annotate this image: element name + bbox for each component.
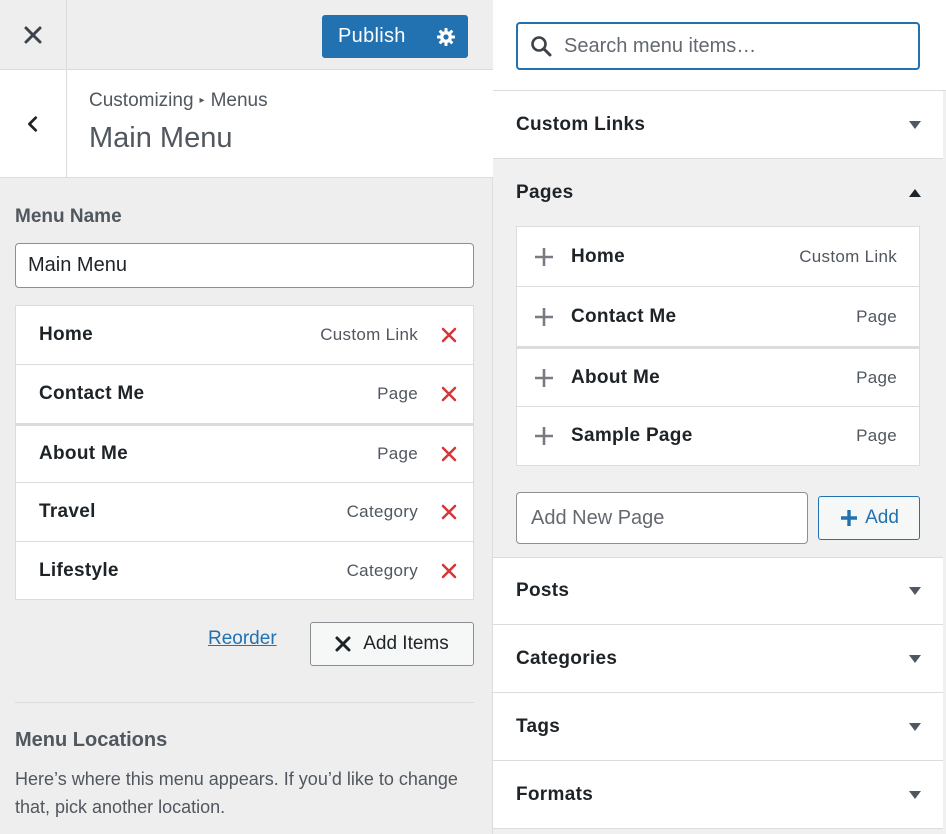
breadcrumb-separator: ▸ bbox=[199, 95, 205, 106]
menu-item-type: Page bbox=[377, 444, 418, 463]
page-item[interactable]: Home Custom Link bbox=[516, 226, 920, 286]
plus-icon bbox=[535, 307, 553, 326]
remove-icon[interactable] bbox=[440, 445, 458, 463]
section-categories[interactable]: Categories bbox=[493, 625, 943, 693]
menu-item-title: Home bbox=[39, 324, 93, 345]
page-item-title: Sample Page bbox=[571, 425, 693, 446]
menu-items-list: Home Custom Link Contact Me Page About M… bbox=[15, 305, 474, 600]
customizer-header: Publish bbox=[0, 0, 493, 70]
menu-item[interactable]: Home Custom Link bbox=[15, 305, 474, 364]
page-item-title: Contact Me bbox=[571, 305, 677, 327]
add-page-button[interactable]: Add bbox=[818, 496, 920, 540]
search-input[interactable] bbox=[564, 34, 894, 58]
page-title: Main Menu bbox=[89, 122, 233, 154]
gear-icon bbox=[437, 27, 455, 46]
page-item-type: Custom Link bbox=[799, 246, 897, 266]
caret-down-icon bbox=[909, 120, 921, 129]
publish-button-group: Publish bbox=[322, 15, 468, 58]
breadcrumb-current: Menus bbox=[210, 90, 268, 111]
remove-icon[interactable] bbox=[440, 562, 458, 580]
plus-icon bbox=[841, 510, 858, 526]
search-area bbox=[493, 0, 946, 91]
add-items-label: Add Items bbox=[363, 633, 449, 654]
divider bbox=[15, 702, 474, 703]
new-page-field[interactable] bbox=[516, 492, 808, 544]
section-header: Customizing ▸ Menus Main Menu bbox=[0, 70, 493, 178]
back-chevron-icon bbox=[28, 116, 38, 132]
menu-item[interactable]: About Me Page bbox=[15, 423, 474, 482]
section-posts[interactable]: Posts bbox=[493, 557, 943, 625]
page-item-type: Page bbox=[856, 426, 897, 445]
section-tags[interactable]: Tags bbox=[493, 693, 943, 761]
page-item-title: About Me bbox=[571, 366, 660, 388]
caret-down-icon bbox=[909, 654, 921, 663]
caret-down-icon bbox=[909, 790, 921, 799]
menu-item[interactable]: Contact Me Page bbox=[15, 364, 474, 423]
reorder-link[interactable]: Reorder bbox=[208, 628, 277, 650]
breadcrumb: Customizing ▸ Menus bbox=[89, 90, 268, 112]
menu-item-title: Travel bbox=[39, 501, 96, 522]
remove-icon[interactable] bbox=[440, 503, 458, 521]
section-formats[interactable]: Formats bbox=[493, 761, 943, 829]
page-item[interactable]: Contact Me Page bbox=[516, 286, 920, 346]
remove-icon[interactable] bbox=[440, 385, 458, 403]
add-page-label: Add bbox=[865, 507, 899, 528]
breadcrumb-root: Customizing bbox=[89, 90, 194, 111]
page-item[interactable]: About Me Page bbox=[516, 346, 920, 406]
section-title: Pages bbox=[516, 182, 574, 203]
menu-item-title: Contact Me bbox=[39, 383, 145, 404]
section-custom-links[interactable]: Custom Links bbox=[493, 91, 943, 159]
menu-name-field[interactable] bbox=[15, 243, 474, 288]
close-icon bbox=[24, 26, 42, 44]
publish-button[interactable]: Publish bbox=[322, 25, 424, 48]
caret-up-icon bbox=[909, 189, 921, 197]
section-title: Posts bbox=[516, 580, 570, 601]
customizer-sidebar: Publish Customizing ▸ Menus Main Menu Me… bbox=[0, 0, 493, 834]
menu-name-label: Menu Name bbox=[15, 206, 122, 227]
publish-settings-button[interactable] bbox=[424, 15, 468, 58]
menu-locations-description: Here’s where this menu appears. If you’d… bbox=[15, 769, 458, 817]
caret-down-icon bbox=[909, 722, 921, 731]
menu-item-type: Category bbox=[346, 560, 418, 580]
menu-item[interactable]: Lifestyle Category bbox=[15, 541, 474, 600]
page-item-type: Page bbox=[856, 367, 897, 387]
section-pages[interactable]: Pages bbox=[493, 159, 943, 227]
section-title: Categories bbox=[516, 647, 618, 669]
add-items-button[interactable]: Add Items bbox=[310, 622, 474, 666]
page-item-type: Page bbox=[856, 306, 897, 326]
section-title: Custom Links bbox=[516, 113, 646, 135]
pages-list: Home Custom Link Contact Me Page About M… bbox=[516, 226, 920, 466]
available-menu-items-panel: Custom Links Pages Home Custom Link Cont… bbox=[493, 0, 946, 834]
menu-item[interactable]: Travel Category bbox=[15, 482, 474, 541]
search-icon bbox=[531, 36, 552, 57]
search-box[interactable] bbox=[516, 22, 920, 70]
menu-item-type: Page bbox=[377, 384, 418, 403]
close-customizer-button[interactable] bbox=[0, 0, 67, 70]
section-title: Formats bbox=[516, 783, 594, 805]
page-item[interactable]: Sample Page Page bbox=[516, 406, 920, 466]
menu-item-title: Lifestyle bbox=[39, 559, 119, 581]
caret-down-icon bbox=[909, 587, 921, 595]
menu-item-type: Category bbox=[346, 502, 418, 521]
menu-item-type: Custom Link bbox=[320, 325, 418, 344]
menu-locations-title: Menu Locations bbox=[15, 729, 168, 751]
plus-icon bbox=[535, 247, 553, 266]
plus-icon bbox=[535, 427, 553, 445]
page-item-title: Home bbox=[571, 245, 625, 267]
close-icon bbox=[335, 636, 351, 652]
back-button[interactable] bbox=[0, 70, 67, 178]
menu-item-title: About Me bbox=[39, 443, 128, 464]
plus-icon bbox=[535, 368, 553, 387]
remove-icon[interactable] bbox=[440, 326, 458, 344]
section-title: Tags bbox=[516, 715, 561, 737]
